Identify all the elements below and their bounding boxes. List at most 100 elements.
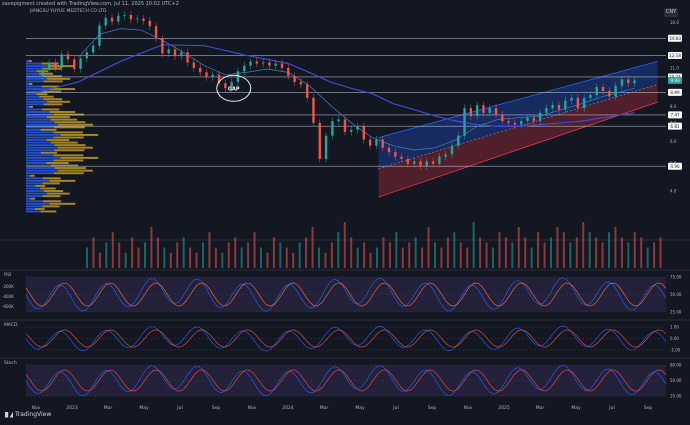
volume-bar (350, 237, 353, 268)
candle-body (387, 147, 391, 153)
candle-body (582, 97, 586, 109)
price-axis-tick: 12.0 (670, 55, 679, 60)
volume-profile-bar (26, 85, 42, 88)
price-axis-tick: 4.0 (670, 188, 677, 193)
candle-body (406, 158, 410, 164)
volume-profile-bar (36, 93, 48, 96)
volume-bar (427, 227, 430, 268)
candle-body (375, 139, 378, 146)
candle-body (614, 85, 617, 97)
candle-body (412, 161, 416, 164)
volume-bar (388, 242, 391, 268)
candle-body (324, 135, 328, 159)
volume-profile-bar (26, 95, 40, 98)
volume-bar (472, 222, 475, 268)
volume-profile-bar (40, 151, 58, 154)
candle-body (255, 61, 259, 64)
candle-body (438, 156, 441, 164)
volume-profile-bar (46, 192, 70, 195)
volume-bar (98, 252, 101, 268)
volume-profile-bar (53, 154, 84, 157)
volume-bar (221, 252, 224, 268)
macd-axis-tick: 1.00 (670, 325, 679, 330)
candle-body (60, 54, 63, 68)
volume-profile-bar (40, 187, 56, 190)
candle-body (261, 62, 265, 64)
candle-body (595, 86, 598, 96)
volume-profile-bar (53, 113, 84, 116)
candle-body (400, 156, 403, 159)
volume-bar (556, 227, 559, 268)
volume-bar (614, 227, 617, 268)
level-tag-label: 7.47 (670, 113, 680, 118)
volume-profile-bar (29, 105, 33, 108)
volume-bar (408, 242, 411, 268)
volume-bar (440, 247, 443, 268)
volume-profile-bar (26, 139, 47, 142)
currency-button[interactable]: CNY (664, 8, 678, 17)
candle-body (129, 14, 133, 20)
candle-body (507, 121, 510, 123)
candle-body (211, 74, 214, 78)
x-axis-tick: May (139, 405, 149, 411)
volume-profile-bar (35, 184, 46, 187)
volume-bar (189, 247, 192, 268)
candle-body (280, 63, 284, 68)
candle-body (54, 62, 57, 68)
volume-bar (492, 247, 494, 268)
volume-profile-bar (47, 100, 71, 103)
candle-body (148, 20, 152, 27)
volume-profile-bar (38, 72, 54, 75)
x-axis-tick: Jul (392, 405, 398, 411)
volume-profile-bar (26, 182, 43, 185)
volume-bar (343, 222, 346, 268)
candle-body (494, 108, 498, 115)
x-axis-tick: Nov (248, 405, 257, 411)
volume-profile-bar (42, 205, 60, 208)
stoch-title: Stoch (4, 360, 17, 366)
volume-bar (453, 232, 456, 268)
candle-body (551, 105, 554, 109)
volume-bar (543, 242, 546, 268)
volume-profile-bar (26, 82, 30, 85)
candle-body (513, 122, 517, 125)
volume-profile-bar (54, 126, 85, 129)
volume-profile-bar (46, 116, 70, 119)
volume-profile-bar (26, 98, 44, 101)
candle-body (123, 14, 126, 16)
candle-body (469, 108, 473, 117)
price-axis-tick: 8.0 (670, 104, 677, 109)
candle-body (620, 79, 624, 86)
candle-body (161, 38, 164, 54)
volume-profile-bar (49, 179, 76, 182)
volume-profile-bar (26, 169, 58, 172)
candle-body (243, 65, 246, 72)
volume-profile-bar (26, 103, 44, 106)
volume-bar (124, 252, 127, 268)
candle-body (337, 119, 340, 122)
candle-body (463, 108, 466, 136)
price-axis-tick: 7.0 (670, 120, 677, 125)
volume-profile-bar (49, 202, 76, 205)
candle-body (305, 84, 309, 98)
volume-bar (118, 242, 121, 268)
candle-body (425, 161, 428, 167)
x-axis-tick: May (355, 405, 365, 411)
volume-profile-bar (26, 184, 36, 187)
volume-profile-bar (26, 111, 50, 113)
stoch-axis-tick: 20.00 (670, 394, 682, 399)
volume-bar (247, 242, 250, 268)
volume-profile-bar (26, 123, 59, 126)
x-axis-tick: Mar (104, 405, 113, 411)
volume-bar (633, 232, 636, 268)
volume-profile-bar (43, 190, 64, 193)
volume-bar (530, 247, 533, 268)
volume-profile-bar (53, 172, 84, 175)
volume-profile-bar (26, 113, 54, 116)
candle-body (601, 86, 605, 91)
volume-profile-bar (26, 149, 54, 152)
volume-profile-bar (26, 154, 54, 157)
volume-bar (504, 237, 507, 268)
volume-profile-bar (46, 139, 70, 142)
volume-profile-bar (26, 77, 48, 80)
